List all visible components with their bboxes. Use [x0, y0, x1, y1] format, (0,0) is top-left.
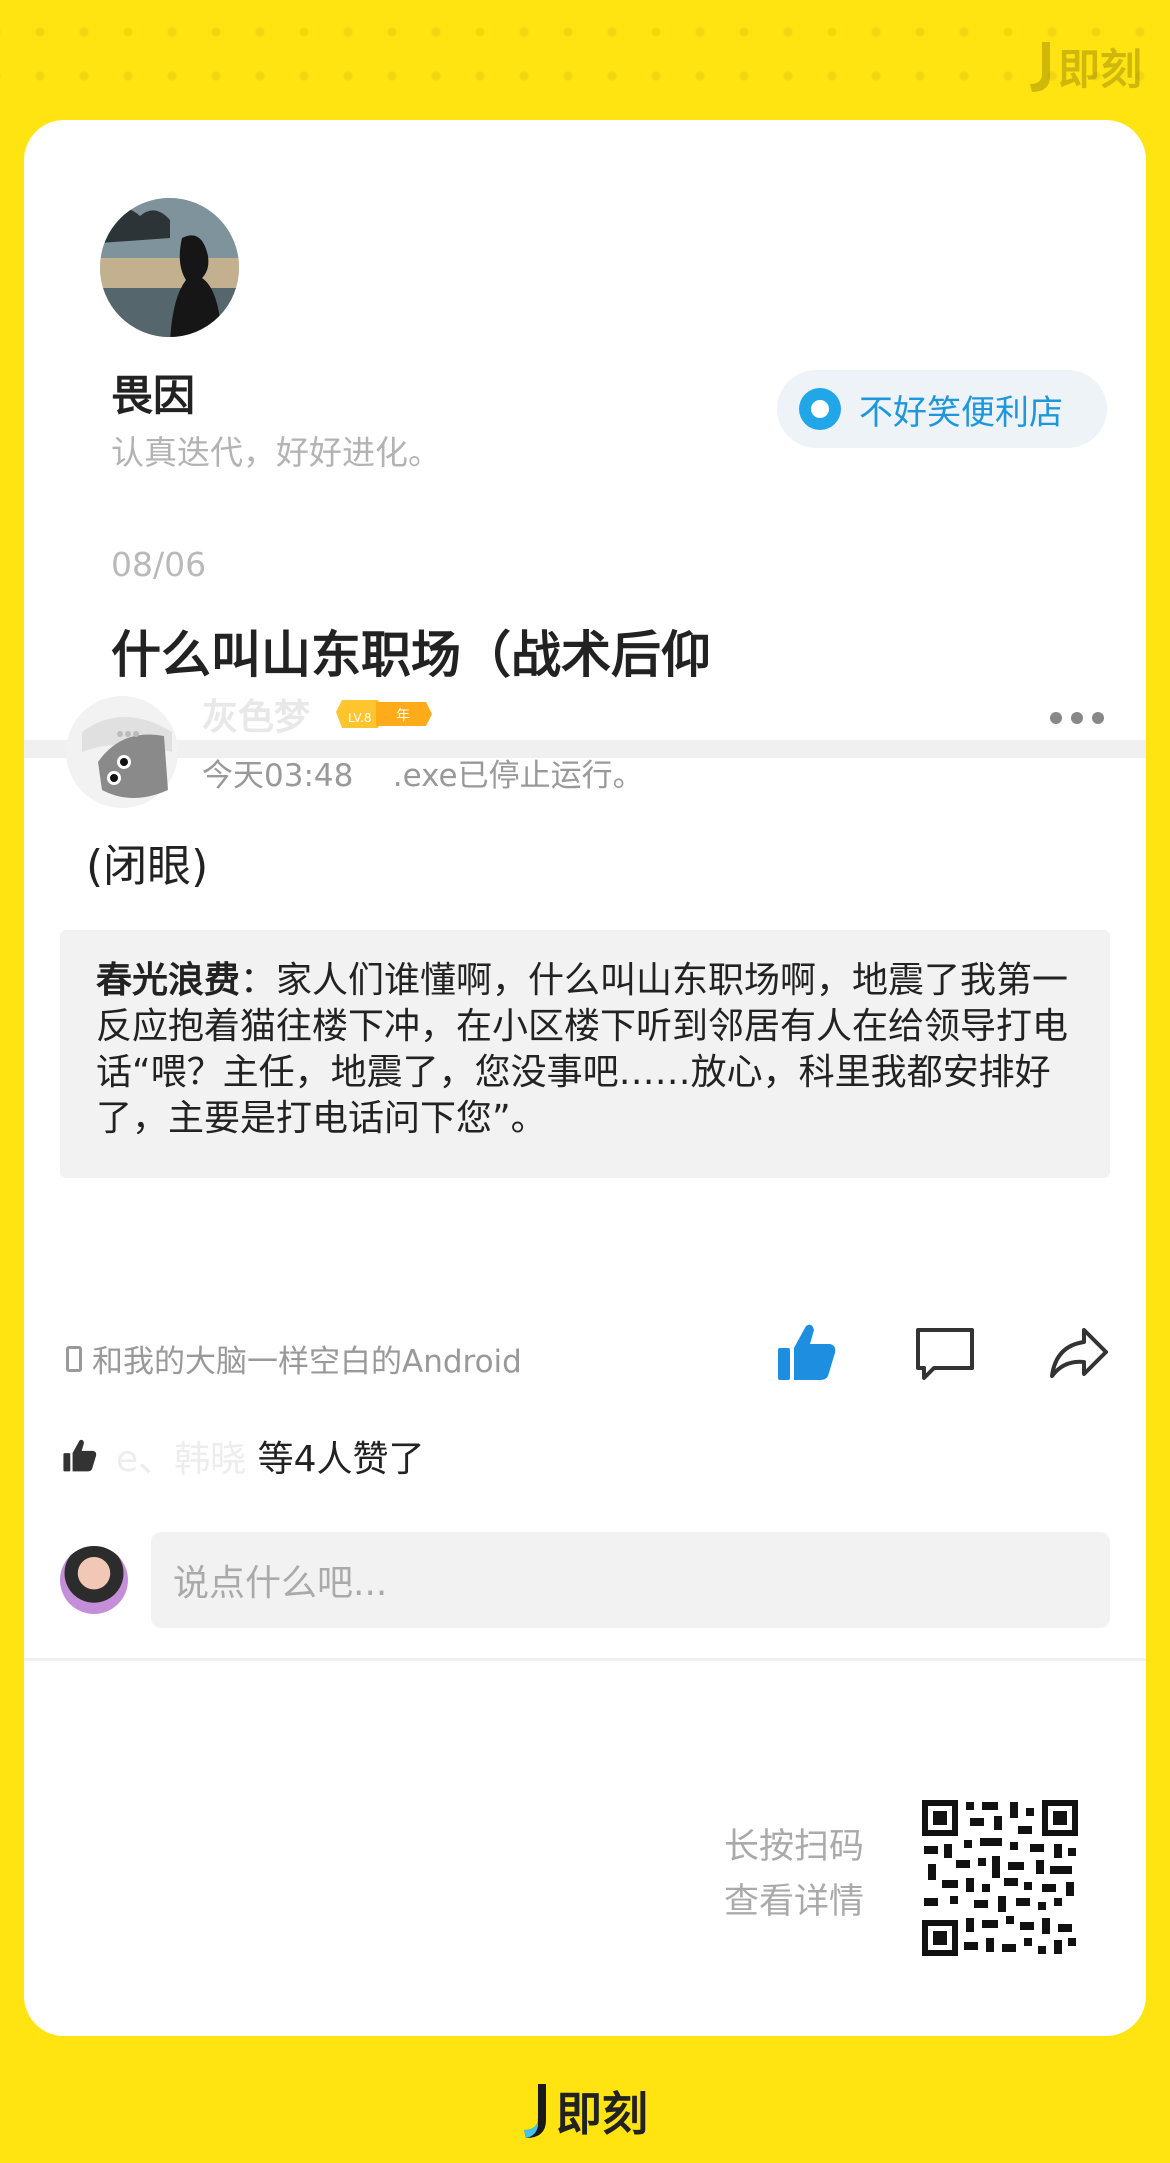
- qr-hint-line2: 查看详情: [724, 1882, 865, 1922]
- level-badge-icon: LV.8 年: [336, 700, 432, 728]
- author-name[interactable]: 畏因: [111, 362, 195, 423]
- brand-logo-top: 即刻: [1024, 36, 1142, 97]
- comment-time: 今天03:48: [202, 758, 354, 794]
- topic-circle-icon: [799, 388, 841, 430]
- quoted-author[interactable]: 春光浪费: [96, 960, 240, 1001]
- divider: [24, 1658, 1146, 1661]
- current-user-avatar: [60, 1546, 128, 1614]
- qr-hint-line1: 长按扫码: [724, 1827, 865, 1867]
- likers-names: e、韩晓: [116, 1439, 247, 1480]
- avatar-silhouette-image: [100, 198, 239, 337]
- brand-name: 即刻: [556, 2087, 648, 2141]
- comment-bubble-icon[interactable]: [910, 1318, 980, 1388]
- commenter-status: .exe已停止运行。: [392, 758, 644, 794]
- author-avatar[interactable]: [97, 195, 242, 340]
- reply-input[interactable]: 说点什么吧...: [151, 1532, 1110, 1628]
- post-title: 什么叫山东职场（战术后仰: [111, 626, 711, 684]
- qr-hint: 长按扫码 查看详情: [724, 1820, 864, 1930]
- author-bio: 认真迭代，好好进化。: [111, 433, 441, 472]
- quoted-separator: ：: [240, 960, 277, 1001]
- background-dot-pattern: [0, 0, 1170, 110]
- quoted-comment[interactable]: 春光浪费：家人们谁懂啊，什么叫山东职场啊，地震了我第一反应抱着猫往楼下冲，在小区…: [60, 930, 1110, 1178]
- device-info: 和我的大脑一样空白的Android: [66, 1336, 522, 1381]
- phone-icon: [66, 1345, 82, 1372]
- like-small-icon: [63, 1439, 97, 1472]
- likes-summary[interactable]: e、韩晓 等4人赞了: [60, 1430, 425, 1482]
- more-options-icon[interactable]: [1050, 710, 1110, 726]
- likes-count-text: 等4人赞了: [257, 1439, 425, 1480]
- comment-meta: 今天03:48 .exe已停止运行。: [202, 750, 644, 795]
- post-date: 08/06: [111, 545, 207, 584]
- post-card: 畏因 认真迭代，好好进化。 不好笑便利店 08/06 什么叫山东职场（战术后仰 …: [24, 120, 1146, 2036]
- level-text: LV.8: [348, 711, 371, 725]
- comment-text: (闭眼): [86, 841, 209, 892]
- brand-name: 即刻: [1057, 45, 1142, 94]
- jike-logo-icon: [1029, 41, 1050, 92]
- level-year-text: 年: [396, 708, 410, 724]
- topic-tag-button[interactable]: 不好笑便利店: [777, 370, 1107, 448]
- jike-logo-icon: [524, 2084, 546, 2138]
- commenter-name[interactable]: 灰色梦: [202, 688, 310, 740]
- topic-label: 不好笑便利店: [859, 392, 1063, 433]
- brand-logo-bottom: 即刻: [520, 2078, 648, 2144]
- like-thumb-icon[interactable]: [772, 1318, 842, 1388]
- qr-code-image[interactable]: [920, 1798, 1080, 1958]
- commenter-avatar[interactable]: [62, 682, 192, 812]
- device-label: 和我的大脑一样空白的Android: [92, 1344, 522, 1380]
- penguin-avatar-image: [66, 696, 178, 808]
- share-arrow-icon[interactable]: [1044, 1318, 1114, 1388]
